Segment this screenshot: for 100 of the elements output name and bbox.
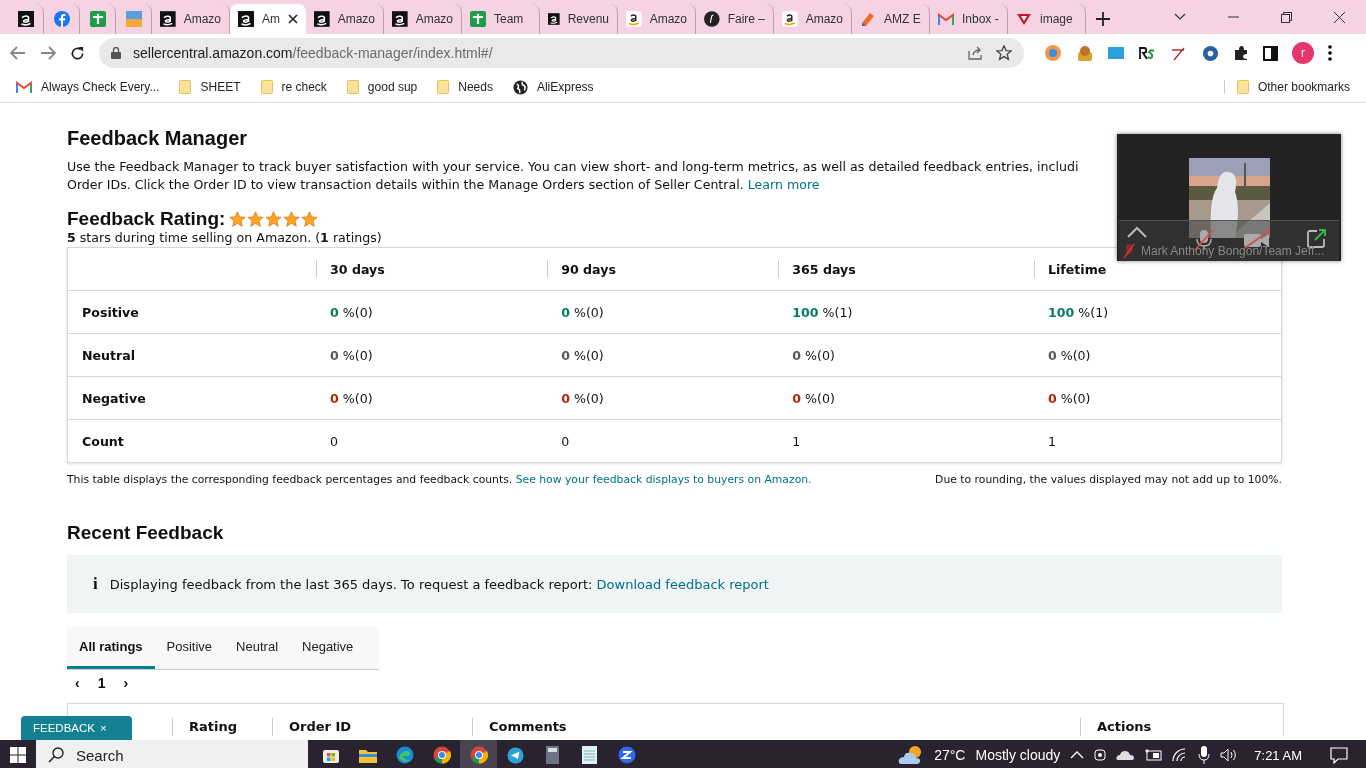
previous-page[interactable]: ‹ (75, 675, 80, 691)
star-icon (265, 210, 283, 228)
star-icon (229, 210, 247, 228)
amazon-icon (160, 11, 176, 27)
column-header: Comments (489, 719, 567, 734)
lock-icon (111, 47, 121, 59)
star-icon (247, 210, 265, 228)
edge-icon[interactable] (395, 746, 414, 764)
star-icon (301, 210, 319, 228)
windows-start-icon[interactable] (10, 747, 26, 763)
close-icon[interactable] (288, 14, 298, 24)
restore-icon[interactable] (1281, 11, 1292, 23)
close-icon[interactable]: × (100, 722, 107, 734)
profile-avatar[interactable]: r (1292, 42, 1314, 64)
new-tab-icon[interactable] (1096, 12, 1110, 26)
table-cell: 0 %(0) (1047, 347, 1091, 363)
other-bookmarks[interactable]: Other bookmarks (1223, 80, 1350, 94)
side-panel-icon[interactable] (1263, 45, 1278, 61)
close-icon[interactable] (1334, 11, 1345, 23)
puzzle-icon[interactable] (1233, 45, 1249, 61)
table-cell: 1 (792, 433, 801, 449)
taskbar-search[interactable]: Search (36, 740, 308, 768)
bookmark[interactable]: good sup (346, 80, 418, 94)
buyer-view-link[interactable]: See how your feedback displays to buyers on Amazon. (515, 473, 812, 486)
microphone-icon[interactable] (1198, 746, 1211, 764)
chrome-icon[interactable] (469, 746, 488, 764)
tab-title: Revenu (567, 12, 609, 26)
table-cell: 0 %(0) (561, 347, 604, 363)
gmail-icon (16, 81, 32, 93)
page-number[interactable]: 1 (97, 675, 106, 691)
speaker-icon[interactable] (1220, 748, 1239, 762)
tab-title: AMZ E (884, 12, 921, 26)
browser-tab[interactable]: Am (230, 4, 306, 34)
participant-name: Mark Anthony Bongon/Team Jeff... (1141, 244, 1325, 258)
table-cell: 0 %(0) (330, 347, 373, 363)
calculator-icon[interactable] (546, 746, 559, 764)
share-icon[interactable] (968, 46, 984, 60)
plus-sheet-icon (470, 11, 486, 27)
store-icon[interactable] (322, 747, 339, 763)
filter-tab[interactable]: Positive (154, 627, 225, 669)
rounding-note: Due to rounding, the values displayed may not add up to 100%. (935, 473, 1282, 486)
bookmark[interactable]: AliExpress (512, 79, 594, 95)
star-icon (283, 210, 301, 228)
filter-tab[interactable]: Neutral (224, 627, 291, 669)
table-cell: 100 %(1) (792, 304, 853, 320)
bookmark[interactable]: SHEET (179, 80, 241, 94)
table-cell: 0 %(0) (330, 304, 373, 320)
bookmark[interactable]: Needs (437, 80, 493, 94)
notifications-icon[interactable] (1330, 746, 1348, 764)
folder-icon[interactable] (358, 747, 377, 763)
folder-icon (260, 80, 273, 94)
cloud-icon[interactable] (1116, 750, 1135, 760)
gmail-icon (938, 13, 954, 25)
camera-icon[interactable] (1094, 747, 1107, 763)
clock[interactable]: 7:21 AM (1254, 747, 1302, 763)
tab-title: Amazo (805, 12, 843, 26)
folder-icon (437, 80, 450, 94)
info-text: Displaying feedback from the last 365 days. To request a feedback report: Download feedback report (109, 576, 769, 592)
next-page[interactable]: › (123, 675, 129, 691)
feedback-button[interactable]: FEEDBACK × (21, 716, 132, 740)
battery-icon[interactable] (1144, 749, 1163, 761)
temperature: 27°C (934, 747, 966, 763)
filter-tab[interactable]: All ratings (67, 627, 155, 669)
address-bar[interactable]: sellercentral.amazon.com/feedback-manager/index.html#/ (99, 38, 1024, 68)
tab-title: Team (494, 12, 524, 26)
amazon-icon (626, 11, 642, 27)
column-header: 365 days (792, 261, 856, 277)
amazon-icon (17, 11, 34, 27)
weather-text: Mostly cloudy (975, 747, 1061, 763)
row-label: Negative (82, 390, 146, 406)
chevron-up-icon[interactable] (1127, 226, 1147, 238)
telegram-icon[interactable] (507, 746, 524, 764)
bookmark[interactable]: Always Check Every... (16, 80, 160, 94)
rating-summary: 5 stars during time selling on Amazon. (1 ratings) (67, 230, 382, 245)
chevron-down-icon[interactable] (1174, 13, 1186, 21)
tab-title: Amazo (649, 12, 687, 26)
table-cell: 0 %(0) (330, 390, 373, 406)
tab-title: Amazo (337, 12, 375, 26)
download-report-link[interactable]: Download feedback report (596, 576, 769, 592)
table-note: This table displays the corresponding feedback percentages and feedback counts. See how your feedback displays to buyers on Amazon. (67, 473, 812, 486)
filter-tab[interactable]: Negative (290, 627, 366, 669)
learn-more-link[interactable]: Learn more (747, 177, 820, 192)
bookmark[interactable]: re check (260, 80, 327, 94)
extension-icon[interactable] (1044, 44, 1062, 62)
muted-microphone-icon (1123, 243, 1135, 259)
tab-title: Faire – (727, 12, 765, 26)
back-icon[interactable] (10, 46, 26, 60)
star-outline-icon[interactable] (996, 45, 1012, 61)
table-cell: 0 (561, 433, 570, 449)
facebook-icon (53, 11, 70, 27)
amazon-icon (314, 11, 330, 27)
rating-heading: Feedback Rating: (67, 208, 226, 230)
chrome-icon[interactable] (432, 746, 451, 764)
info-icon: i (93, 574, 98, 594)
rs-icon[interactable] (1138, 46, 1156, 60)
zoom-app-icon[interactable] (617, 746, 636, 764)
menu-icon[interactable] (1328, 45, 1332, 61)
reload-icon[interactable] (70, 45, 85, 61)
forward-icon[interactable] (40, 46, 56, 60)
table-cell: 100 %(1) (1047, 304, 1109, 320)
